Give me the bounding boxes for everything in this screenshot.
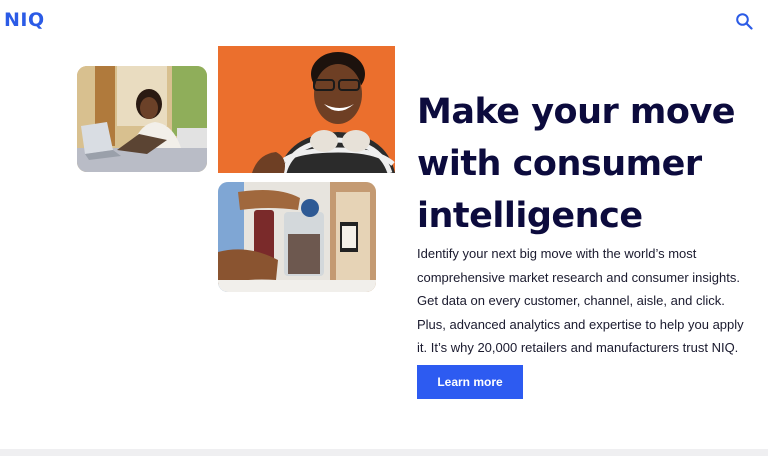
learn-more-button[interactable]: Learn more <box>417 365 523 399</box>
site-header: NIQ <box>0 0 768 44</box>
hero-image-man-headphones <box>218 46 395 173</box>
hero-image-woman-laptop <box>77 66 207 172</box>
section-divider <box>0 449 768 456</box>
search-icon[interactable] <box>735 12 753 30</box>
hero-description: Identify your next big move with the wor… <box>417 246 744 355</box>
hero-headline: Make your move with consumer intelligenc… <box>417 92 736 236</box>
niq-logo[interactable]: NIQ <box>4 9 45 31</box>
hero-image-coffee-brewing <box>218 182 376 292</box>
